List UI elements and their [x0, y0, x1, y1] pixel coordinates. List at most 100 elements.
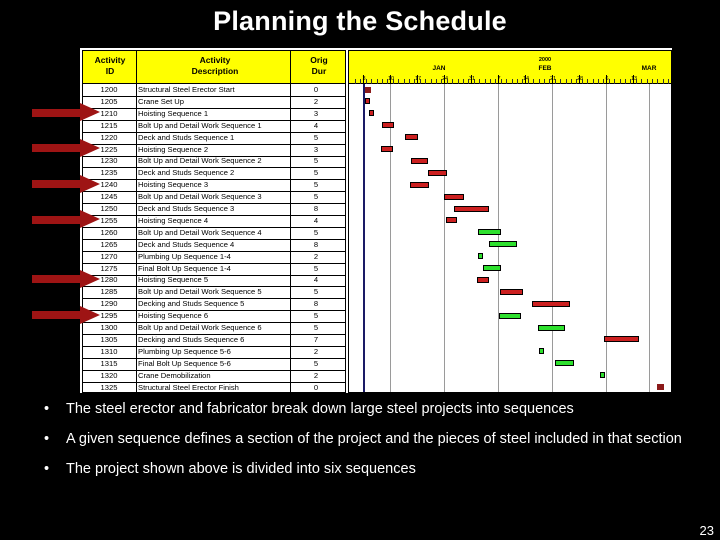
page-title: Planning the Schedule — [213, 6, 507, 36]
gantt-bar[interactable] — [483, 265, 501, 271]
week-tick-mark — [417, 75, 418, 84]
week-tick-mark — [633, 75, 634, 84]
cell-description: Bolt Up and Detail Work Sequence 4 — [138, 227, 262, 237]
gantt-bar[interactable] — [538, 324, 565, 331]
gridline — [444, 84, 445, 392]
gantt-bar[interactable] — [410, 181, 430, 188]
gantt-bar[interactable] — [603, 336, 640, 343]
cell-duration: 5 — [313, 168, 319, 178]
cell-description: Deck and Studs Sequence 1 — [138, 132, 235, 142]
gridline — [552, 84, 553, 392]
gantt-bar[interactable] — [369, 110, 375, 117]
gridline — [390, 84, 391, 392]
slide-root: Planning the Schedule Activity ID Activi… — [0, 0, 720, 540]
cell-description: Deck and Studs Sequence 3 — [138, 204, 235, 213]
week-tick-mark — [363, 75, 364, 84]
cell-description: Structural Steel Erector Start — [138, 85, 235, 94]
table-header-band: Activity ID Activity Description Orig Du… — [82, 50, 346, 84]
cell-description: Decking and Studs Sequence 5 — [138, 299, 245, 309]
cell-description: Bolt Up and Detail Work Sequence 3 — [138, 192, 262, 202]
cell-duration: 5 — [313, 323, 319, 332]
gantt-bar[interactable] — [478, 253, 484, 260]
callout-arrow — [32, 305, 100, 325]
gantt-bar[interactable] — [453, 205, 490, 212]
cell-duration: 4 — [313, 275, 319, 285]
gantt-bar[interactable] — [539, 348, 545, 355]
cell-duration: 7 — [313, 334, 319, 344]
bullet-text: The steel erector and fabricator break d… — [66, 401, 574, 417]
cell-duration: 3 — [313, 108, 319, 118]
cell-duration: 8 — [313, 204, 319, 213]
gantt-bar[interactable] — [443, 193, 465, 200]
week-tick-mark — [498, 75, 499, 84]
cell-description: Final Bolt Up Sequence 1-4 — [138, 263, 231, 273]
month-label: FEB — [538, 65, 552, 72]
gantt-bar[interactable] — [498, 312, 522, 319]
arrow-shaft — [32, 275, 82, 284]
cell-duration: 2 — [313, 251, 319, 261]
cell-description: Bolt Up and Detail Work Sequence 2 — [138, 156, 262, 166]
cell-description: Hoisting Sequence 6 — [138, 311, 209, 321]
gantt-plot-area — [348, 84, 672, 393]
cell-description: Hoisting Sequence 5 — [138, 275, 209, 285]
cell-description: Deck and Studs Sequence 4 — [138, 239, 235, 249]
cell-description: Bolt Up and Detail Work Sequence 6 — [138, 323, 262, 332]
cell-description: Deck and Studs Sequence 2 — [138, 168, 235, 178]
cell-description: Bolt Up and Detail Work Sequence 1 — [138, 120, 262, 130]
cell-duration: 5 — [313, 287, 319, 297]
gantt-bar[interactable] — [428, 169, 447, 176]
cell-description: Crane Demobilization — [138, 370, 211, 380]
gantt-bar[interactable] — [404, 134, 418, 141]
gantt-bar[interactable] — [365, 98, 371, 105]
callout-arrow — [32, 174, 100, 194]
gantt-bar[interactable] — [445, 217, 458, 224]
cell-activity-id: 1305 — [100, 334, 118, 344]
cell-duration: 0 — [313, 382, 319, 392]
cell-duration: 2 — [313, 346, 319, 356]
column-divider-2 — [290, 50, 291, 393]
gantt-bar[interactable] — [554, 360, 575, 367]
cell-activity-id: 1200 — [100, 85, 118, 94]
arrow-shaft — [32, 108, 82, 117]
month-label: JAN — [432, 65, 446, 72]
cell-duration: 0 — [313, 85, 319, 94]
cell-activity-id: 1265 — [100, 239, 118, 249]
cell-duration: 5 — [313, 192, 319, 202]
gantt-bar[interactable] — [381, 122, 394, 129]
gantt-bar[interactable] — [477, 276, 490, 283]
gantt-bar[interactable] — [532, 300, 571, 307]
cell-duration: 2 — [313, 96, 319, 106]
cell-description: Hoisting Sequence 1 — [138, 108, 209, 118]
gantt-bar[interactable] — [410, 157, 429, 164]
cell-description: Structural Steel Erector Finish — [138, 382, 239, 392]
column-header-description: Activity Description — [191, 55, 239, 76]
cell-description: Crane Set Up — [138, 96, 185, 106]
gantt-bar[interactable] — [599, 372, 605, 379]
cell-duration: 8 — [313, 299, 319, 309]
data-date-line — [363, 84, 365, 392]
table-row[interactable]: 1325 Structural Steel Erector Finish 0 — [82, 382, 346, 395]
bullet-dot-icon: • — [44, 401, 50, 417]
gantt-milestone[interactable] — [364, 86, 372, 93]
cell-activity-id: 1315 — [100, 358, 118, 368]
gantt-bar[interactable] — [489, 241, 517, 248]
callout-arrow — [32, 269, 100, 289]
cell-activity-id: 1320 — [100, 370, 118, 380]
list-item: • A given sequence defines a section of … — [34, 430, 694, 448]
gantt-bar[interactable] — [478, 229, 501, 236]
cell-duration: 5 — [313, 156, 319, 166]
gridline — [649, 84, 650, 392]
gantt-milestone[interactable] — [656, 384, 664, 390]
arrow-head-icon — [80, 103, 100, 122]
cell-description: Final Bolt Up Sequence 5-6 — [138, 358, 231, 368]
arrow-shaft — [32, 311, 82, 320]
bullet-list: • The steel erector and fabricator break… — [34, 400, 694, 490]
cell-duration: 8 — [313, 239, 319, 249]
cell-description: Bolt Up and Detail Work Sequence 5 — [138, 287, 262, 297]
arrow-head-icon — [80, 174, 100, 193]
gridline — [606, 84, 607, 392]
cell-description: Hoisting Sequence 4 — [138, 215, 209, 225]
gantt-bar[interactable] — [499, 288, 524, 295]
gantt-bar[interactable] — [381, 146, 393, 152]
arrow-head-icon — [80, 305, 100, 324]
